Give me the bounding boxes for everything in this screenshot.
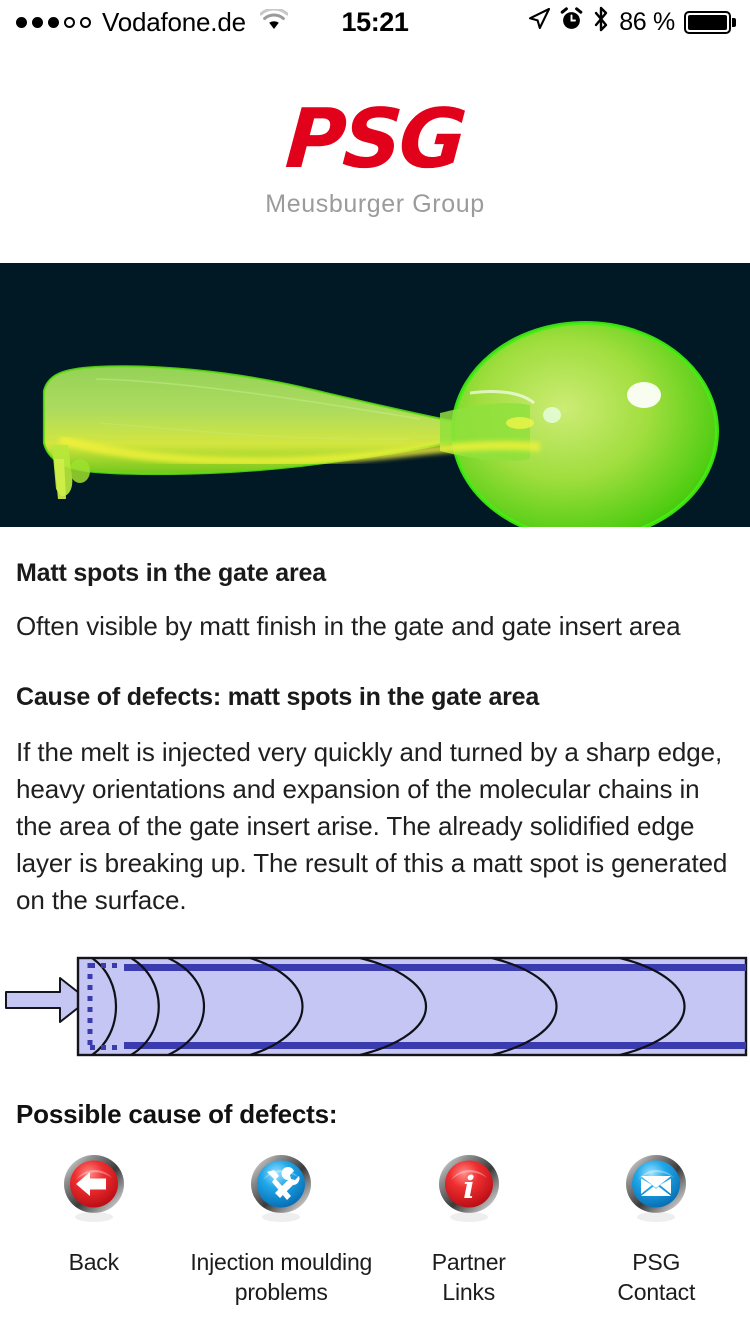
- carrier-name: Vodafone.de: [102, 6, 246, 37]
- nav-label-line2: Contact: [617, 1278, 696, 1305]
- info-icon[interactable]: i: [435, 1154, 503, 1223]
- article-intro: Often visible by matt finish in the gate…: [16, 611, 681, 641]
- app-logo: PSG Meusburger Group: [0, 44, 750, 263]
- nav-item-back[interactable]: Back: [0, 1154, 188, 1307]
- psg-wordmark: PSG: [282, 91, 468, 187]
- nav-label-back: Back: [68, 1249, 120, 1276]
- bottom-navigation: Back Injection moulding problems i Partn…: [0, 1154, 750, 1307]
- nav-item-partner-links[interactable]: i Partner Links: [375, 1154, 563, 1307]
- melt-injection-arrow: [5, 977, 89, 1024]
- nav-label-line1: Injection moulding: [190, 1249, 373, 1276]
- nav-label-line2: problems: [234, 1278, 328, 1305]
- svg-text:i: i: [463, 1170, 475, 1206]
- nav-label-line1: PSG: [632, 1249, 681, 1276]
- hero-image: [0, 263, 750, 527]
- wifi-icon: [259, 7, 289, 37]
- signal-dot: [64, 16, 75, 28]
- nav-label-partner-links: Partner Links: [432, 1248, 506, 1307]
- tools-icon[interactable]: [247, 1154, 315, 1223]
- battery-percent-label: 86 %: [619, 7, 675, 36]
- signal-dot: [80, 16, 91, 28]
- signal-strength-dots: [16, 16, 91, 28]
- bluetooth-icon: [592, 6, 610, 39]
- nav-label-psg-contact: PSG Contact: [617, 1248, 695, 1307]
- signal-dot: [16, 16, 27, 28]
- back-arrow-icon[interactable]: [60, 1154, 128, 1223]
- flow-front-svg: [5, 957, 748, 1057]
- meusburger-group-subtitle: Meusburger Group: [265, 189, 485, 218]
- signal-dot: [32, 16, 43, 28]
- envelope-icon[interactable]: [622, 1154, 690, 1223]
- possible-causes-heading: Possible cause of defects:: [16, 1099, 338, 1130]
- nav-item-injection-moulding-problems[interactable]: Injection moulding problems: [188, 1154, 376, 1307]
- nav-label-line2: Links: [442, 1278, 496, 1305]
- signal-dot: [48, 16, 59, 28]
- article-content: Matt spots in the gate area Often visibl…: [0, 559, 750, 918]
- nav-label-injection-moulding-problems: Injection moulding problems: [190, 1248, 372, 1307]
- battery-icon: [684, 10, 736, 34]
- status-bar-right: 86 %: [527, 6, 736, 39]
- spoon-photo-illustration: [0, 263, 750, 527]
- location-arrow-icon: [527, 7, 551, 38]
- cause-heading: Cause of defects: matt spots in the gate…: [16, 682, 540, 711]
- clock-time: 15:21: [341, 6, 409, 37]
- status-bar: Vodafone.de 15:21 86 %: [0, 0, 750, 44]
- nav-item-psg-contact[interactable]: PSG Contact: [563, 1154, 750, 1307]
- page-title: Matt spots in the gate area: [16, 559, 326, 587]
- alarm-clock-icon: [560, 6, 583, 38]
- status-bar-left: Vodafone.de: [16, 6, 289, 38]
- cause-body: If the melt is injected very quickly and…: [16, 736, 728, 915]
- melt-flow-front-diagram: [0, 944, 750, 1069]
- nav-label-line1: Partner: [431, 1249, 506, 1276]
